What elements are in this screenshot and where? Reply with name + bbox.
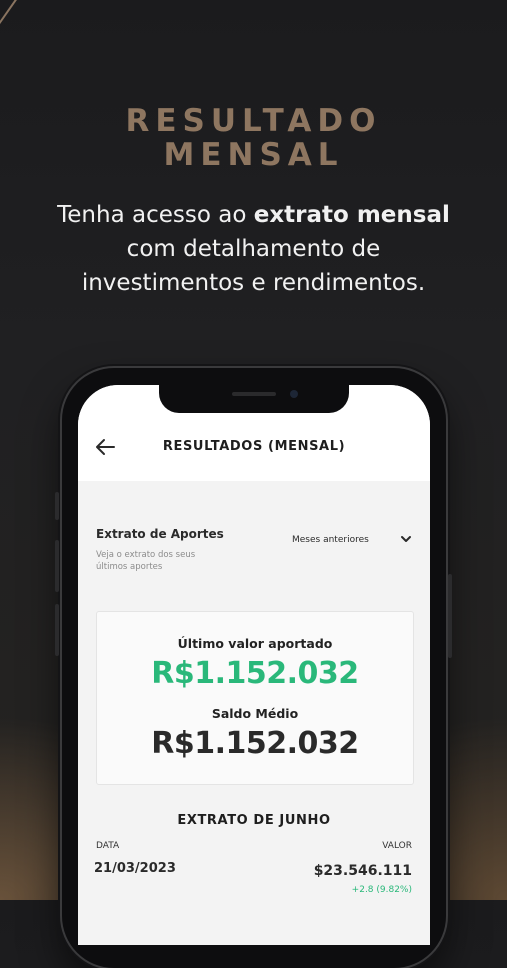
phone-side-button <box>55 492 59 520</box>
section-description: Veja o extrato dos seus últimos aportes <box>96 550 196 572</box>
subtitle-text: Tenha acesso ao <box>57 202 254 228</box>
section-title: Extrato de Aportes <box>96 527 224 541</box>
phone-camera <box>290 390 298 398</box>
phone-side-button <box>448 574 452 658</box>
page-title: RESULTADOS (MENSAL) <box>162 439 346 454</box>
average-balance-label: Saldo Médio <box>211 706 299 721</box>
headline-line-1: RESULTADO <box>125 103 382 139</box>
period-dropdown[interactable]: Meses anteriores <box>292 535 369 545</box>
phone-speaker <box>232 392 276 396</box>
decorative-line <box>0 0 21 52</box>
column-header-date: DATA <box>96 841 120 851</box>
summary-card: Último valor aportado R$1.152.032 Saldo … <box>96 611 414 785</box>
promo-headline: RESULTADO MENSAL <box>0 104 507 172</box>
phone-side-button <box>55 604 59 656</box>
row-change: +2.8 (9.82%) <box>351 885 412 895</box>
row-value: $23.546.111 <box>313 863 412 879</box>
last-contribution-value: R$1.152.032 <box>151 656 359 691</box>
promo-subtitle: Tenha acesso ao extrato mensal com detal… <box>0 198 507 300</box>
subtitle-line-3: investimentos e rendimentos. <box>81 270 426 296</box>
column-header-value: VALOR <box>382 841 412 851</box>
headline-line-2: MENSAL <box>163 137 344 173</box>
phone-side-button <box>55 540 59 592</box>
phone-notch <box>159 385 349 413</box>
average-balance-value: R$1.152.032 <box>151 726 359 761</box>
row-date: 21/03/2023 <box>94 861 176 876</box>
subtitle-bold-text: extrato mensal <box>253 202 450 228</box>
statement-title: EXTRATO DE JUNHO <box>177 813 331 828</box>
chevron-down-icon[interactable] <box>400 534 412 544</box>
subtitle-line-2: com detalhamento de <box>126 236 381 262</box>
app-screen: RESULTADOS (MENSAL) Extrato de Aportes V… <box>78 385 430 945</box>
last-contribution-label: Último valor aportado <box>177 636 333 651</box>
